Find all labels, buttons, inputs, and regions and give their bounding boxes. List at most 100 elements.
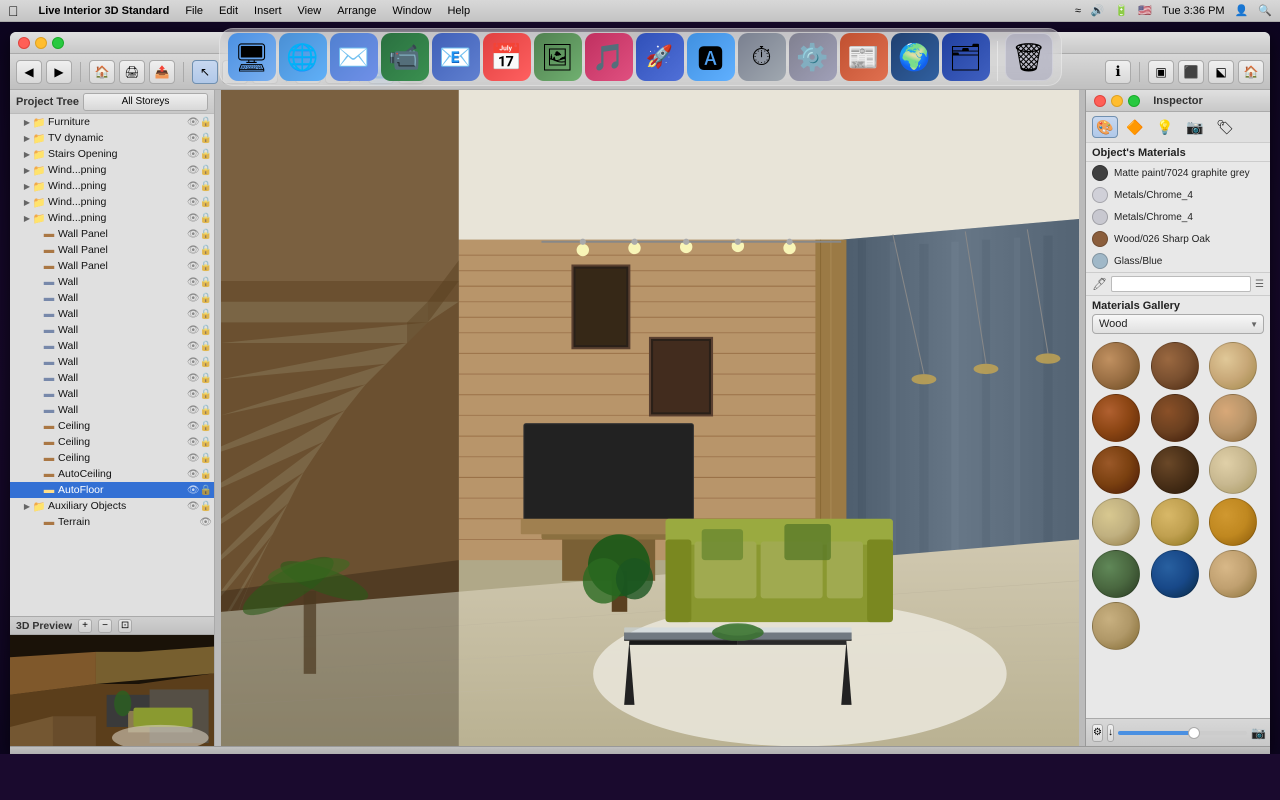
swatch-5[interactable] (1151, 394, 1199, 442)
arrange-menu[interactable]: Arrange (337, 5, 376, 17)
dock-mail[interactable]: ✉️ (330, 33, 378, 81)
visibility-icon-wall5[interactable]: 👁 (187, 341, 200, 352)
lock-icon-wallpanel3[interactable]: 🔒 (200, 261, 212, 272)
tree-item-furniture[interactable]: ▶ 📁 Furniture 👁 🔒 (10, 114, 214, 130)
dock-appstore[interactable]: 🅰 (687, 33, 735, 81)
lock-icon-wall2[interactable]: 🔒 (200, 293, 212, 304)
volume-icon[interactable]: 🔊 (1091, 4, 1105, 17)
tree-item-terrain[interactable]: ▶ ▬ Terrain 👁 (10, 514, 214, 530)
swatch-8[interactable] (1151, 446, 1199, 494)
visibility-icon-autofloor[interactable]: 👁 (187, 485, 200, 496)
spotlight-icon[interactable]: 🔍 (1258, 4, 1272, 17)
preview-image[interactable] (10, 635, 214, 746)
settings-button[interactable]: ⚙ (1092, 724, 1103, 742)
apple-menu-button[interactable]:  (8, 3, 19, 19)
tree-item-wall6[interactable]: ▶ ▬ Wall 👁 🔒 (10, 354, 214, 370)
tree-item-window1[interactable]: ▶ 📁 Wind...pning 👁 🔒 (10, 162, 214, 178)
visibility-icon-wall4[interactable]: 👁 (187, 325, 200, 336)
swatch-6[interactable] (1209, 394, 1257, 442)
swatch-7[interactable] (1092, 446, 1140, 494)
app-name-menu[interactable]: Live Interior 3D Standard (39, 5, 170, 17)
battery-icon[interactable]: 🔋 (1115, 4, 1129, 17)
inspector-tab-materials[interactable]: 🎨 (1092, 116, 1118, 138)
dock-launchpad2[interactable]: 🗂 (942, 33, 990, 81)
lock-icon-wall8[interactable]: 🔒 (200, 389, 212, 400)
tree-item-window2[interactable]: ▶ 📁 Wind...pning 👁 🔒 (10, 178, 214, 194)
tree-item-tv[interactable]: ▶ 📁 TV dynamic 👁 🔒 (10, 130, 214, 146)
visibility-icon-wallpanel3[interactable]: 👁 (187, 261, 200, 272)
lock-icon-window1[interactable]: 🔒 (200, 165, 212, 176)
tree-item-wall2[interactable]: ▶ ▬ Wall 👁 🔒 (10, 290, 214, 306)
visibility-icon-ceiling1[interactable]: 👁 (187, 421, 200, 432)
file-menu[interactable]: File (185, 5, 203, 17)
dock-launchpad[interactable]: 🚀 (636, 33, 684, 81)
tree-item-ceiling3[interactable]: ▶ ▬ Ceiling 👁 🔒 (10, 450, 214, 466)
import-button[interactable]: ↓ (1107, 724, 1114, 742)
lock-icon-wallpanel1[interactable]: 🔒 (200, 229, 212, 240)
lock-icon-autoceiling[interactable]: 🔒 (200, 469, 212, 480)
visibility-icon-wall7[interactable]: 👁 (187, 373, 200, 384)
lock-icon-furniture[interactable]: 🔒 (200, 117, 212, 128)
lock-icon-wall6[interactable]: 🔒 (200, 357, 212, 368)
material-menu-icon[interactable]: ☰ (1255, 279, 1264, 290)
visibility-icon-wall8[interactable]: 👁 (187, 389, 200, 400)
swatch-2[interactable] (1151, 342, 1199, 390)
visibility-icon-wallpanel2[interactable]: 👁 (187, 245, 200, 256)
lock-icon-ceiling3[interactable]: 🔒 (200, 453, 212, 464)
visibility-icon-ceiling2[interactable]: 👁 (187, 437, 200, 448)
lock-icon-window2[interactable]: 🔒 (200, 181, 212, 192)
zoom-in-button[interactable]: + (78, 619, 92, 633)
tree-item-autoceiling[interactable]: ▶ ▬ AutoCeiling 👁 🔒 (10, 466, 214, 482)
lock-icon-wall4[interactable]: 🔒 (200, 325, 212, 336)
dock-timemachine[interactable]: ⏱ (738, 33, 786, 81)
swatch-14[interactable] (1151, 550, 1199, 598)
dock-sysprefs[interactable]: ⚙️ (789, 33, 837, 81)
lock-icon-auxiliary[interactable]: 🔒 (200, 501, 212, 512)
eyedropper-icon[interactable]: 🖊 (1092, 277, 1107, 291)
dock-facetime[interactable]: 📹 (381, 33, 429, 81)
lock-icon-wall9[interactable]: 🔒 (200, 405, 212, 416)
swatch-1[interactable] (1092, 342, 1140, 390)
window-menu[interactable]: Window (392, 5, 431, 17)
visibility-icon-window4[interactable]: 👁 (187, 213, 200, 224)
dock-safari[interactable]: 🌐 (279, 33, 327, 81)
inspector-tab-light[interactable]: 💡 (1152, 116, 1178, 138)
inspector-tab-tag[interactable]: 🏷 (1212, 116, 1238, 138)
tree-item-wall8[interactable]: ▶ ▬ Wall 👁 🔒 (10, 386, 214, 402)
swatch-10[interactable] (1092, 498, 1140, 546)
inspector-tab-object[interactable]: 🔶 (1122, 116, 1148, 138)
tree-item-ceiling1[interactable]: ▶ ▬ Ceiling 👁 🔒 (10, 418, 214, 434)
swatch-12[interactable] (1209, 498, 1257, 546)
inspector-minimize-button[interactable] (1111, 95, 1123, 107)
swatch-11[interactable] (1151, 498, 1199, 546)
tree-item-wall3[interactable]: ▶ ▬ Wall 👁 🔒 (10, 306, 214, 322)
visibility-icon-auxiliary[interactable]: 👁 (187, 501, 200, 512)
lock-icon-ceiling1[interactable]: 🔒 (200, 421, 212, 432)
inspector-close-button[interactable] (1094, 95, 1106, 107)
lock-icon-wall7[interactable]: 🔒 (200, 373, 212, 384)
gallery-category-selector[interactable]: Wood Metal Glass Stone Fabric Plastic (1092, 314, 1264, 334)
lock-icon-stairs[interactable]: 🔒 (200, 149, 212, 160)
lock-icon-window4[interactable]: 🔒 (200, 213, 212, 224)
inspector-maximize-button[interactable] (1128, 95, 1140, 107)
visibility-icon-ceiling3[interactable]: 👁 (187, 453, 200, 464)
tree-item-wall4[interactable]: ▶ ▬ Wall 👁 🔒 (10, 322, 214, 338)
visibility-icon-stairs[interactable]: 👁 (187, 149, 200, 160)
dock-mail2[interactable]: 📧 (432, 33, 480, 81)
tree-item-window4[interactable]: ▶ 📁 Wind...pning 👁 🔒 (10, 210, 214, 226)
view-menu[interactable]: View (298, 5, 322, 17)
lock-icon-wall1[interactable]: 🔒 (200, 277, 212, 288)
3d-viewport[interactable] (221, 90, 1079, 746)
tree-item-wall1[interactable]: ▶ ▬ Wall 👁 🔒 (10, 274, 214, 290)
tree-item-ceiling2[interactable]: ▶ ▬ Ceiling 👁 🔒 (10, 434, 214, 450)
lock-icon-autofloor[interactable]: 🔒 (200, 485, 212, 496)
visibility-icon-autoceiling[interactable]: 👁 (187, 469, 200, 480)
tree-item-autofloor[interactable]: ▶ ▬ AutoFloor 👁 🔒 (10, 482, 214, 498)
tree-item-wall7[interactable]: ▶ ▬ Wall 👁 🔒 (10, 370, 214, 386)
lock-icon-wall5[interactable]: 🔒 (200, 341, 212, 352)
tree-item-window3[interactable]: ▶ 📁 Wind...pning 👁 🔒 (10, 194, 214, 210)
visibility-icon-wall6[interactable]: 👁 (187, 357, 200, 368)
inspector-tab-camera[interactable]: 📷 (1182, 116, 1208, 138)
visibility-icon-terrain[interactable]: 👁 (199, 517, 212, 528)
swatches-container[interactable] (1086, 338, 1270, 718)
